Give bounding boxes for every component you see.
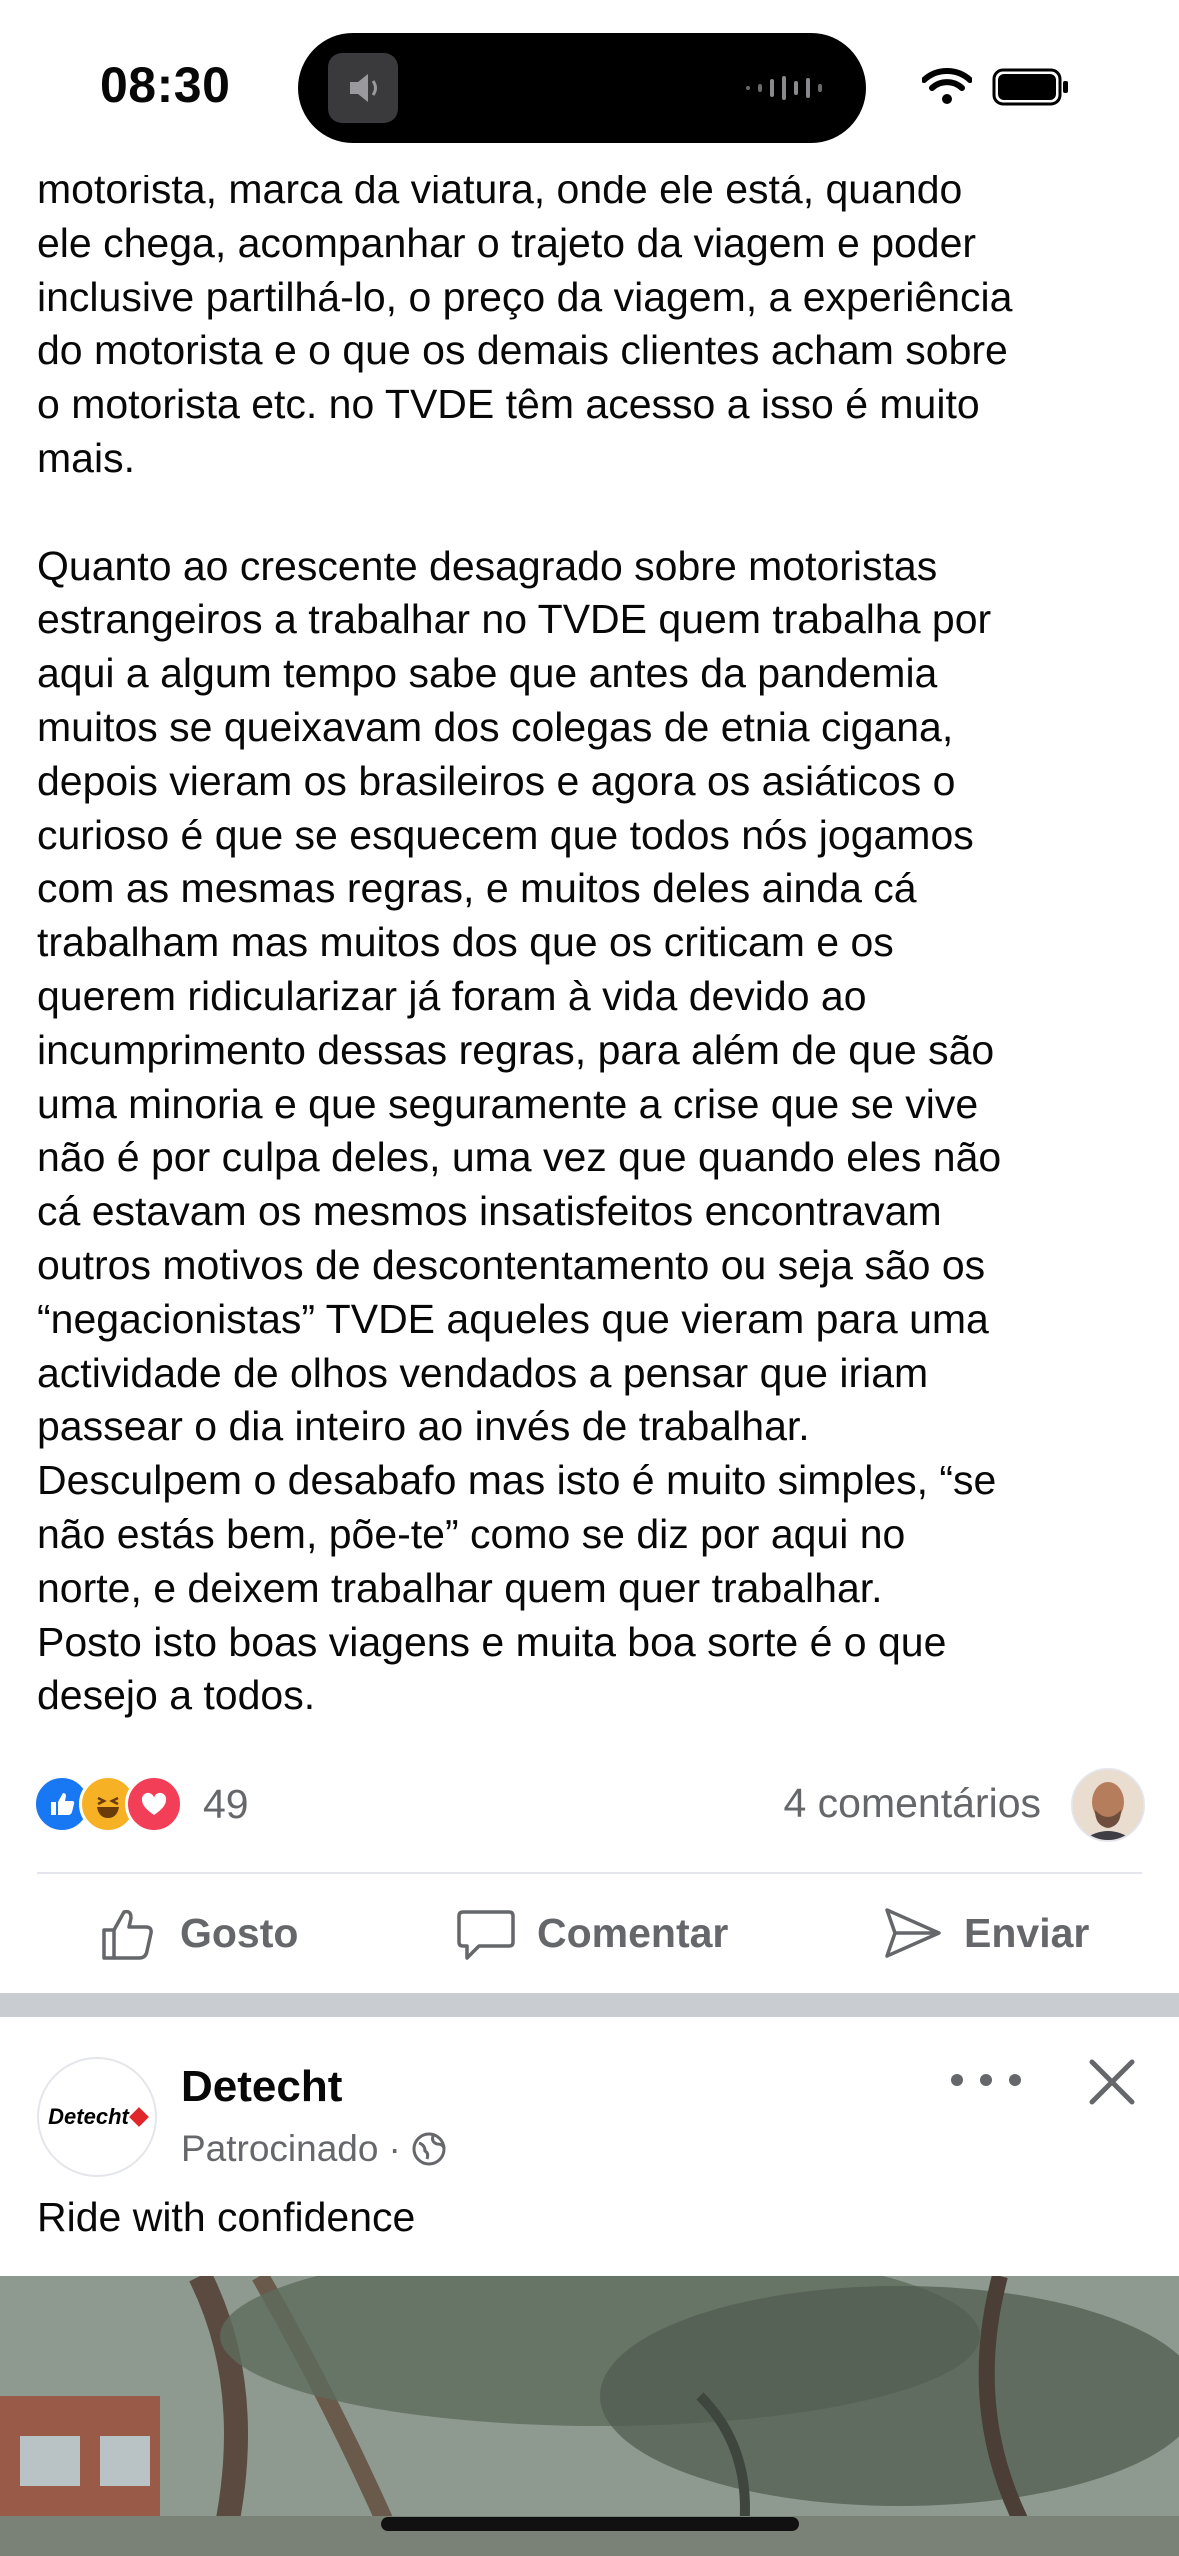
send-label: Enviar [964, 1909, 1090, 1956]
home-indicator[interactable] [381, 2517, 799, 2531]
more-options-button[interactable] [951, 2060, 1021, 2100]
audio-wave-icon [746, 76, 822, 100]
send-icon [885, 1908, 941, 1958]
like-label: Gosto [180, 1909, 299, 1956]
advertiser-name[interactable]: Detecht [181, 2062, 342, 2112]
sponsored-label: Patrocinado [181, 2128, 379, 2169]
status-bar: 08:30 [0, 0, 1179, 175]
sponsored-meta: Patrocinado · [181, 2128, 447, 2170]
reactions-summary[interactable]: 49 [33, 1775, 249, 1833]
status-time: 08:30 [100, 57, 231, 113]
avatar[interactable] [1071, 1768, 1145, 1842]
love-icon [125, 1775, 183, 1833]
advertiser-logo-text: Detecht [48, 2104, 129, 2129]
dot [1009, 2074, 1021, 2086]
comment-button[interactable]: Comentar [455, 1893, 728, 1973]
diamond-icon [128, 2107, 149, 2127]
advertiser-logo[interactable]: Detecht [37, 2057, 157, 2177]
dynamic-island[interactable] [298, 33, 866, 143]
comments-count-link[interactable]: 4 comentários [783, 1780, 1041, 1827]
dot [980, 2074, 992, 2086]
close-icon[interactable] [1086, 2056, 1138, 2108]
thumbs-up-icon [102, 1909, 153, 1960]
send-button[interactable]: Enviar [882, 1893, 1089, 1973]
battery-icon [992, 68, 1068, 106]
divider [37, 1872, 1142, 1874]
feed-separator [0, 1993, 1179, 2017]
speaker-icon [328, 53, 398, 123]
comment-label: Comentar [537, 1909, 729, 1956]
globe-icon [412, 2132, 446, 2166]
wifi-icon [922, 68, 972, 104]
ad-caption: Ride with confidence [37, 2194, 416, 2240]
reaction-count: 49 [203, 1780, 249, 1827]
post-action-bar: Gosto Comentar Enviar [0, 1893, 1179, 1973]
separator-dot: · [388, 2128, 401, 2169]
dot [951, 2074, 963, 2086]
post-body-text: motorista, marca da viatura, onde ele es… [37, 166, 1013, 1719]
comment-bubble-icon [457, 1910, 515, 1960]
like-button[interactable]: Gosto [98, 1893, 298, 1973]
ad-media-image[interactable] [0, 2276, 1179, 2556]
